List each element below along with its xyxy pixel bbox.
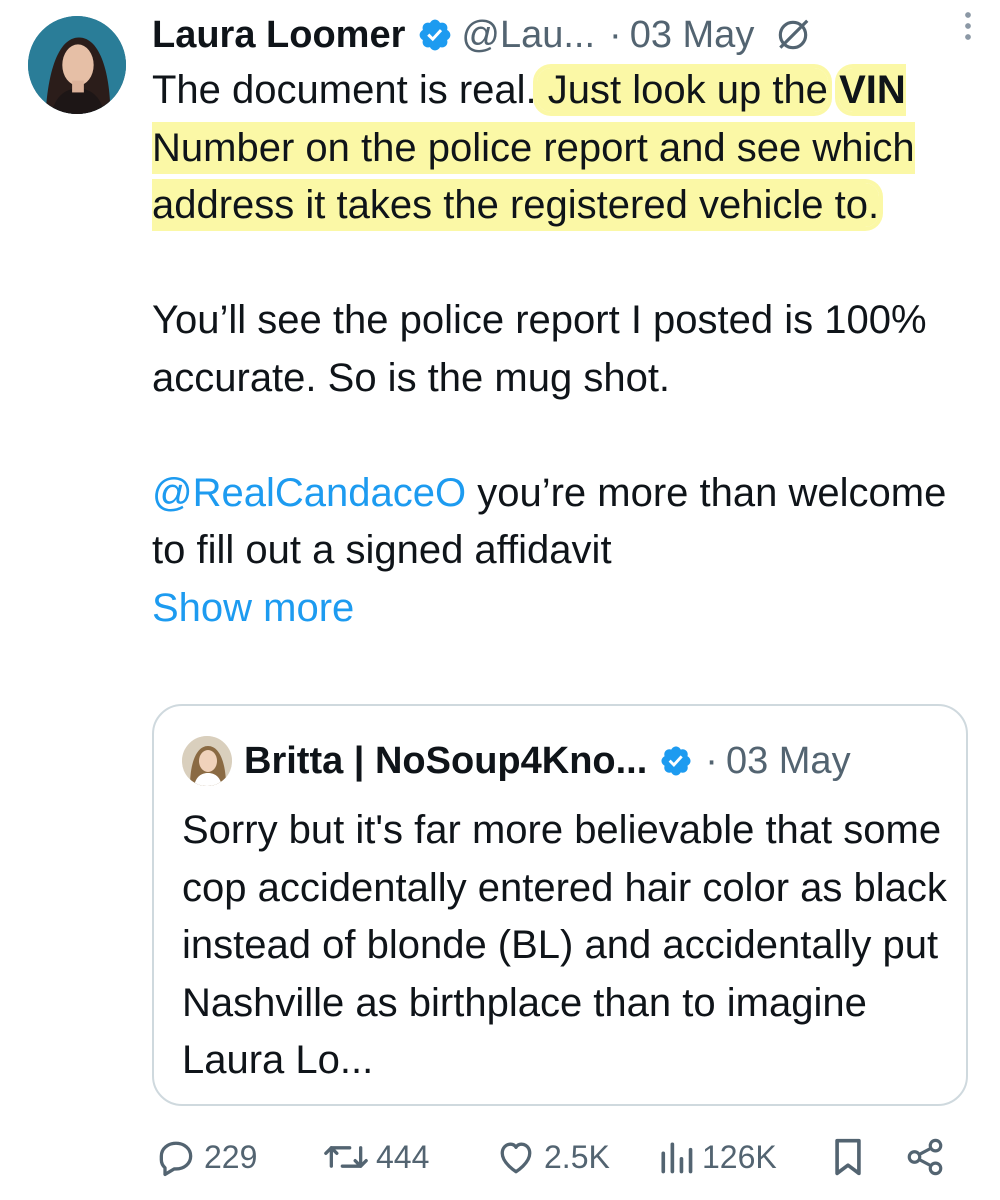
author-handle[interactable]: @Lau... [461, 14, 595, 57]
tweet-paragraph-3: @RealCandaceO you’re more than welcome t… [152, 465, 982, 580]
quoted-tweet-text: Sorry but it's far more believable that … [182, 808, 947, 1082]
grok-icon[interactable] [774, 16, 812, 54]
tweet-timestamp[interactable]: 03 May [630, 14, 755, 57]
vin-bold-text: VIN [839, 68, 906, 112]
author-name[interactable]: Laura Loomer [152, 14, 405, 57]
views-chart-icon [656, 1135, 696, 1179]
tweet-paragraph-1: The document is real. Just look up the V… [152, 62, 982, 235]
mention-link[interactable]: @RealCandaceO [152, 471, 466, 515]
quoted-author-avatar[interactable] [182, 736, 232, 786]
bookmark-button[interactable] [828, 1132, 868, 1182]
quoted-tweet-timestamp[interactable]: 03 May [726, 740, 851, 783]
tweet-action-bar: 229 444 2.5K 126K [152, 1132, 982, 1182]
views-count: 126K [702, 1138, 777, 1175]
bookmark-icon [828, 1135, 868, 1179]
verified-badge-icon [659, 744, 693, 778]
tweet-header: Laura Loomer @Lau... · 03 May [152, 10, 980, 60]
tweet-text-plain: The document is real. [152, 68, 537, 112]
show-more-link[interactable]: Show more [152, 580, 982, 638]
reply-button[interactable]: 229 [154, 1132, 257, 1182]
like-count: 2.5K [544, 1138, 610, 1175]
more-vertical-icon[interactable] [954, 4, 982, 48]
tweet-body: The document is real. Just look up the V… [152, 62, 982, 637]
quoted-tweet-card[interactable]: Britta | NoSoup4Kno... · 03 May Sorry bu… [152, 704, 968, 1106]
share-button[interactable] [904, 1132, 946, 1182]
author-avatar[interactable] [28, 16, 126, 114]
repost-count: 444 [376, 1138, 430, 1175]
quoted-author-name[interactable]: Britta | NoSoup4Kno... [244, 740, 647, 783]
separator-dot: · [609, 13, 622, 56]
tweet-paragraph-2: You’ll see the police report I posted is… [152, 298, 927, 400]
tweet-text-highlight-b: Number on the police report and see whic… [152, 125, 915, 228]
share-icon [904, 1135, 946, 1179]
like-button[interactable]: 2.5K [494, 1132, 610, 1182]
views-button[interactable]: 126K [656, 1132, 777, 1182]
reply-count: 229 [204, 1138, 258, 1175]
reply-icon [154, 1135, 198, 1179]
repost-button[interactable]: 444 [322, 1132, 429, 1182]
tweet-text-highlight-a: Just look up the [536, 68, 828, 112]
heart-icon [494, 1135, 538, 1179]
quoted-tweet-header: Britta | NoSoup4Kno... · 03 May [182, 736, 946, 786]
verified-badge-icon [417, 17, 453, 53]
separator-dot: · [705, 739, 718, 782]
repost-icon [322, 1135, 370, 1179]
